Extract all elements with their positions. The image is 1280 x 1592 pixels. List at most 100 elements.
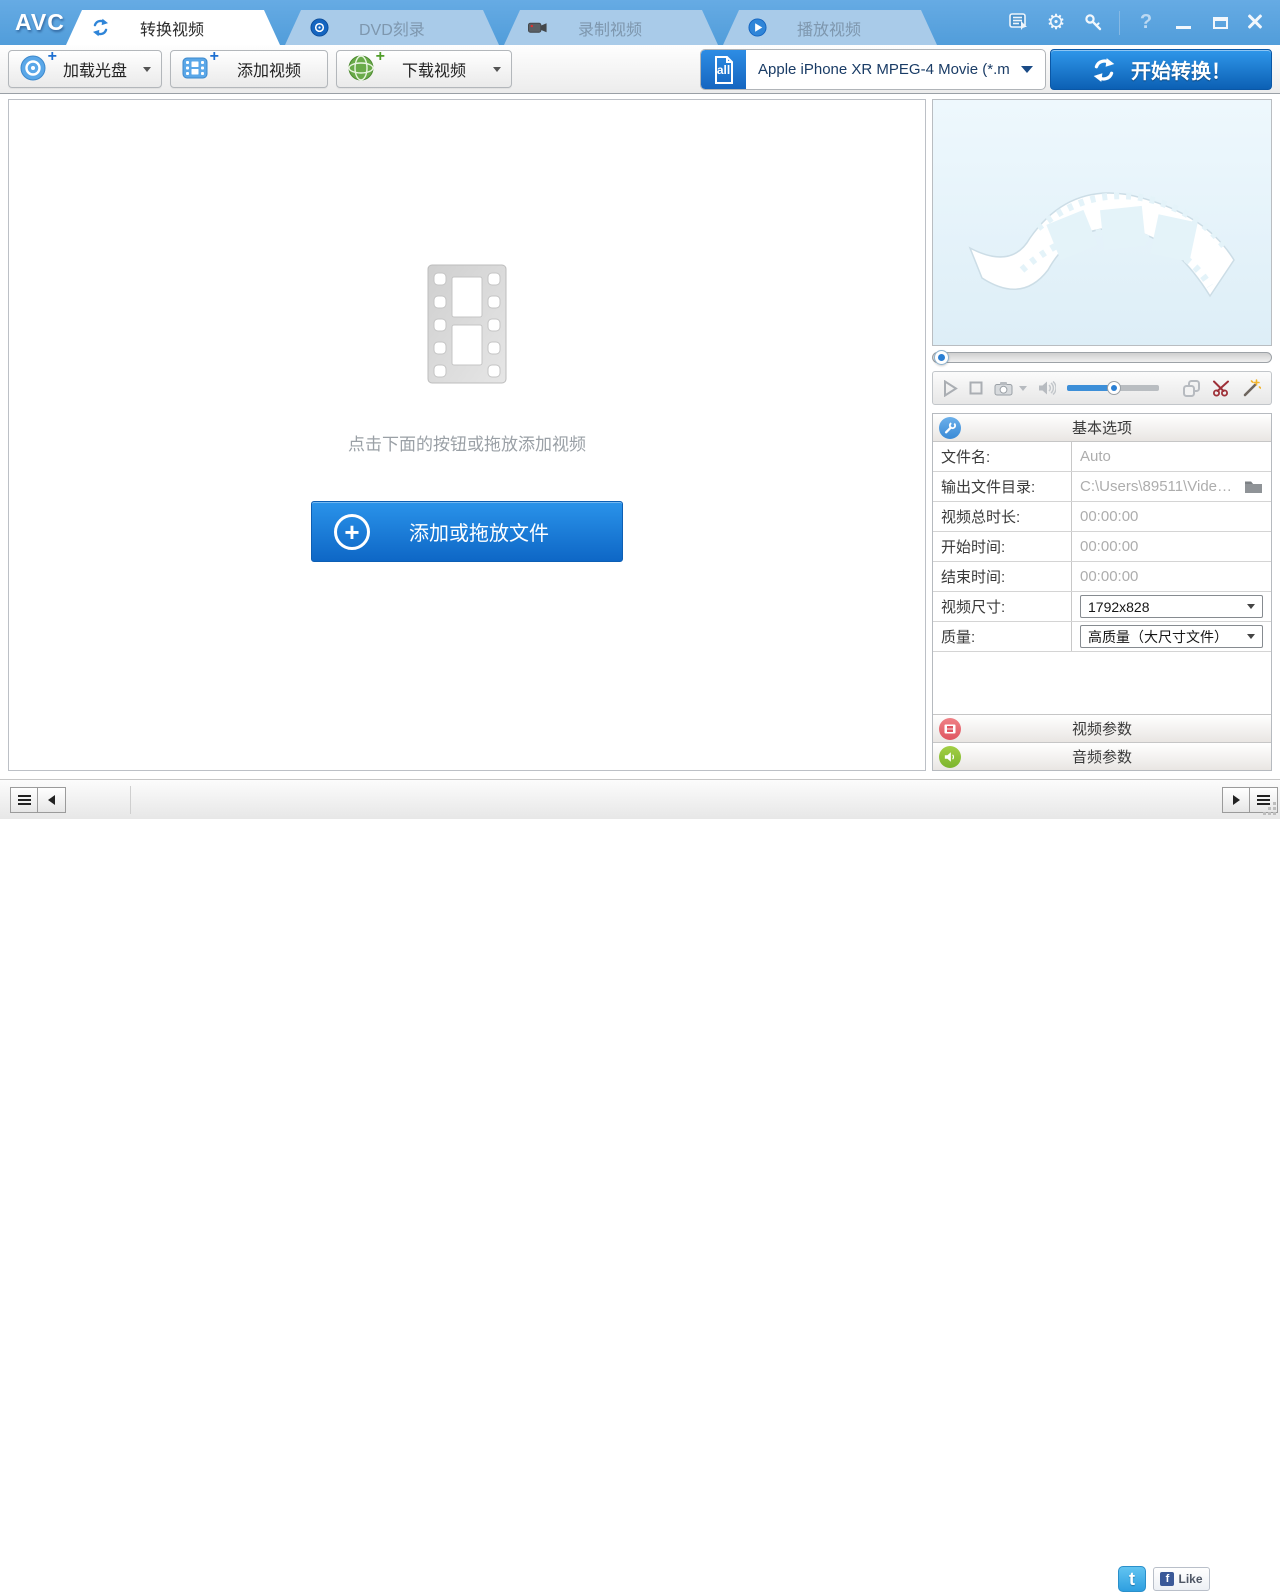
option-row-video-size: 视频尺寸: 1792x828 — [933, 592, 1271, 622]
filmstrip-placeholder-icon — [414, 263, 520, 390]
sync-white-icon — [1091, 57, 1117, 83]
option-value: 高质量（大尺寸文件） — [1071, 622, 1271, 651]
stop-icon[interactable] — [969, 381, 983, 395]
drop-hint-text: 点击下面的按钮或拖放添加视频 — [348, 435, 586, 454]
film-plus-icon: + — [181, 48, 219, 84]
add-or-drop-files-button[interactable]: + 添加或拖放文件 — [311, 501, 623, 562]
register-key-icon[interactable] — [1082, 12, 1104, 34]
preview-screen — [932, 99, 1272, 346]
option-value[interactable]: Auto — [1071, 442, 1271, 471]
tab-dvd-burn[interactable]: DVD刻录 — [285, 10, 499, 45]
twitter-button[interactable]: t — [1118, 1566, 1146, 1592]
chevron-down-icon — [1247, 634, 1255, 639]
sync-icon — [90, 18, 110, 38]
play-icon[interactable] — [943, 379, 958, 397]
globe-plus-icon: + — [347, 48, 385, 84]
seek-track[interactable] — [932, 352, 1272, 363]
plus-badge: + — [47, 48, 57, 65]
option-row-output-dir: 输出文件目录: C:\Users\89511\Videos\... — [933, 472, 1271, 502]
option-row-filename: 文件名: Auto — [933, 442, 1271, 472]
seek-handle[interactable] — [934, 350, 949, 365]
add-video-button[interactable]: + 添加视频 — [170, 48, 328, 88]
video-list-dropzone[interactable]: 点击下面的按钮或拖放添加视频 + 添加或拖放文件 — [8, 99, 926, 771]
help-icon[interactable]: ? — [1135, 11, 1157, 34]
option-value: 1792x828 — [1071, 592, 1271, 621]
film-icon — [939, 717, 961, 740]
option-row-duration: 视频总时长: 00:00:00 — [933, 502, 1271, 532]
video-params-header[interactable]: 视频参数 — [933, 714, 1271, 742]
snapshot-camera-icon[interactable] — [994, 381, 1013, 396]
basic-options-header[interactable]: 基本选项 — [933, 414, 1271, 442]
option-row-end-time: 结束时间: 00:00:00 — [933, 562, 1271, 592]
option-value[interactable]: 00:00:00 — [1071, 532, 1271, 561]
close-icon[interactable] — [1246, 12, 1268, 34]
window-controls: ⚙ ? — [1008, 0, 1268, 45]
option-label: 文件名: — [941, 449, 991, 466]
disc-icon — [309, 18, 329, 38]
dropdown-arrow-icon[interactable] — [493, 66, 501, 72]
resize-grip[interactable] — [1263, 802, 1277, 816]
clip-pages-icon[interactable] — [1182, 379, 1201, 398]
options-panel: 基本选项 文件名: Auto 输出文件目录: C:\Users\89511\Vi… — [932, 413, 1272, 771]
start-convert-button[interactable]: 开始转换！ — [1050, 49, 1272, 90]
list-view-icon[interactable] — [10, 787, 38, 813]
tab-label: 播放视频 — [797, 21, 862, 39]
tab-convert-video[interactable]: 转换视频 — [66, 10, 280, 45]
option-label: 结束时间: — [941, 569, 1006, 586]
facebook-like-label: Like — [1178, 1572, 1203, 1586]
snapshot-dropdown-arrow[interactable] — [1019, 385, 1027, 391]
quality-select[interactable]: 高质量（大尺寸文件） — [1080, 625, 1263, 648]
disc-plus-icon: + — [19, 48, 57, 84]
options-spacer — [933, 652, 1271, 714]
all-formats-icon: all — [701, 50, 746, 89]
collapse-left-icon[interactable] — [38, 787, 66, 813]
maximize-icon[interactable] — [1209, 12, 1231, 34]
video-size-select[interactable]: 1792x828 — [1080, 595, 1263, 618]
video-params-title: 视频参数 — [1071, 721, 1132, 738]
tab-record-video[interactable]: 录制视频 — [504, 10, 718, 45]
statusbar: t f Like — [0, 779, 1280, 1592]
plus-circle-icon: + — [334, 513, 370, 550]
download-video-button[interactable]: + 下载视频 — [336, 48, 512, 88]
play-circle-icon — [747, 18, 767, 38]
option-label: 开始时间: — [941, 539, 1006, 556]
download-video-label: 下载视频 — [401, 63, 466, 80]
option-value[interactable]: 00:00:00 — [1071, 562, 1271, 591]
chevron-down-icon — [1247, 604, 1255, 609]
load-disc-button[interactable]: + 加载光盘 — [8, 48, 162, 88]
facebook-icon: f — [1160, 1572, 1175, 1586]
speaker-icon[interactable] — [1038, 380, 1056, 396]
seek-slider[interactable] — [932, 350, 1272, 365]
filmstrip-watermark — [952, 120, 1252, 325]
plus-badge: + — [375, 48, 385, 65]
basic-options-title: 基本选项 — [1071, 420, 1132, 437]
toolbar: + 加载光盘 + 添加视频 + 下载视频 all Apple iPhone XR… — [0, 45, 1280, 94]
collapse-list-button — [10, 787, 66, 813]
folder-browse-icon[interactable] — [1244, 479, 1263, 494]
output-format-select[interactable]: all Apple iPhone XR MPEG-4 Movie (*.m... — [700, 49, 1046, 90]
log-panel-icon[interactable] — [1008, 12, 1030, 34]
statusbar-divider — [130, 786, 131, 814]
load-disc-label: 加载光盘 — [62, 63, 127, 80]
option-value[interactable]: C:\Users\89511\Videos\... — [1071, 472, 1271, 501]
option-label: 质量: — [941, 629, 976, 646]
volume-handle[interactable] — [1107, 381, 1121, 395]
plus-badge: + — [209, 48, 219, 65]
start-convert-label: 开始转换！ — [1131, 61, 1231, 83]
tab-label: 录制视频 — [578, 21, 643, 39]
facebook-like-button[interactable]: f Like — [1153, 1567, 1210, 1591]
expand-right-icon[interactable] — [1222, 787, 1250, 813]
settings-gear-icon[interactable]: ⚙ — [1045, 12, 1067, 34]
option-row-start-time: 开始时间: 00:00:00 — [933, 532, 1271, 562]
scissors-icon[interactable] — [1212, 379, 1231, 397]
magic-wand-icon[interactable] — [1242, 379, 1261, 397]
audio-params-header[interactable]: 音频参数 — [933, 742, 1271, 770]
tab-play-video[interactable]: 播放视频 — [723, 10, 937, 45]
chevron-down-icon — [1021, 66, 1033, 73]
minimize-icon[interactable] — [1172, 12, 1194, 34]
dropdown-arrow-icon[interactable] — [143, 66, 151, 72]
titlebar-divider — [1119, 10, 1120, 35]
preview-controls — [932, 371, 1272, 405]
option-label: 输出文件目录: — [941, 479, 1036, 496]
volume-slider[interactable] — [1067, 381, 1159, 395]
